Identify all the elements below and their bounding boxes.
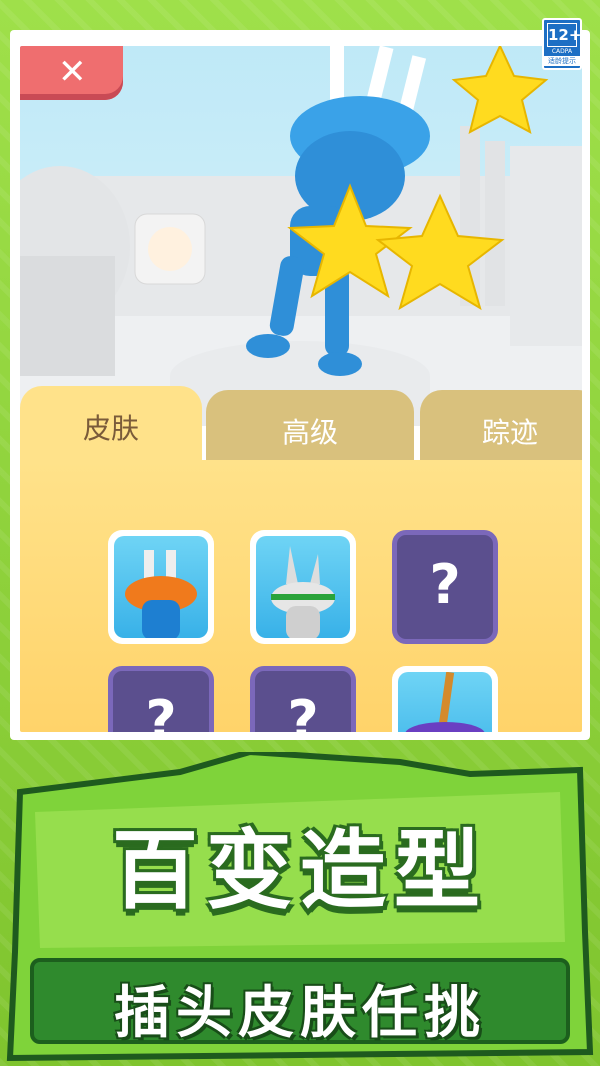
question-mark: ? (145, 689, 177, 732)
question-mark: ? (429, 553, 461, 616)
skin-slot[interactable] (250, 530, 356, 644)
close-button[interactable]: ✕ (20, 46, 123, 100)
promo-title: 百变造型 (112, 821, 488, 921)
left-pedestal (20, 256, 115, 376)
age-rating: 12+ (547, 23, 581, 47)
promo-subtitle: 插头皮肤任挑 (114, 981, 486, 1046)
locked-skin-slot[interactable]: ? (392, 530, 498, 644)
locked-skin-slot[interactable]: ? (108, 666, 214, 732)
tab-advanced[interactable]: 高级 (206, 390, 414, 470)
skin-panel: ? ? ? (20, 460, 582, 732)
tab-skin[interactable]: 皮肤 (20, 386, 202, 470)
question-mark: ? (287, 689, 319, 732)
purple-plug-skin-icon (405, 672, 485, 732)
orange-plug-skin-icon (125, 550, 197, 638)
game-scene (20, 46, 582, 426)
locked-skin-slot[interactable]: ? (250, 666, 356, 732)
rating-tip: 适龄提示 (544, 56, 580, 66)
green-plug-skin-icon (271, 546, 335, 638)
tab-label: 高级 (281, 416, 338, 449)
socket-face (148, 227, 192, 271)
skin-slot[interactable] (392, 666, 498, 732)
skin-slot[interactable] (108, 530, 214, 644)
game-screen: ✕ 高级 踪迹 皮肤 ? ? ? (20, 46, 582, 732)
age-rating-badge: 12+ CADPA 适龄提示 (542, 18, 582, 70)
rating-org: CADPA (551, 48, 573, 55)
tab-label: 皮肤 (82, 412, 139, 445)
tab-trail[interactable]: 踪迹 (420, 390, 582, 470)
tab-bar: 高级 踪迹 皮肤 (20, 386, 582, 470)
tab-label: 踪迹 (481, 416, 538, 449)
close-icon: ✕ (58, 52, 87, 92)
